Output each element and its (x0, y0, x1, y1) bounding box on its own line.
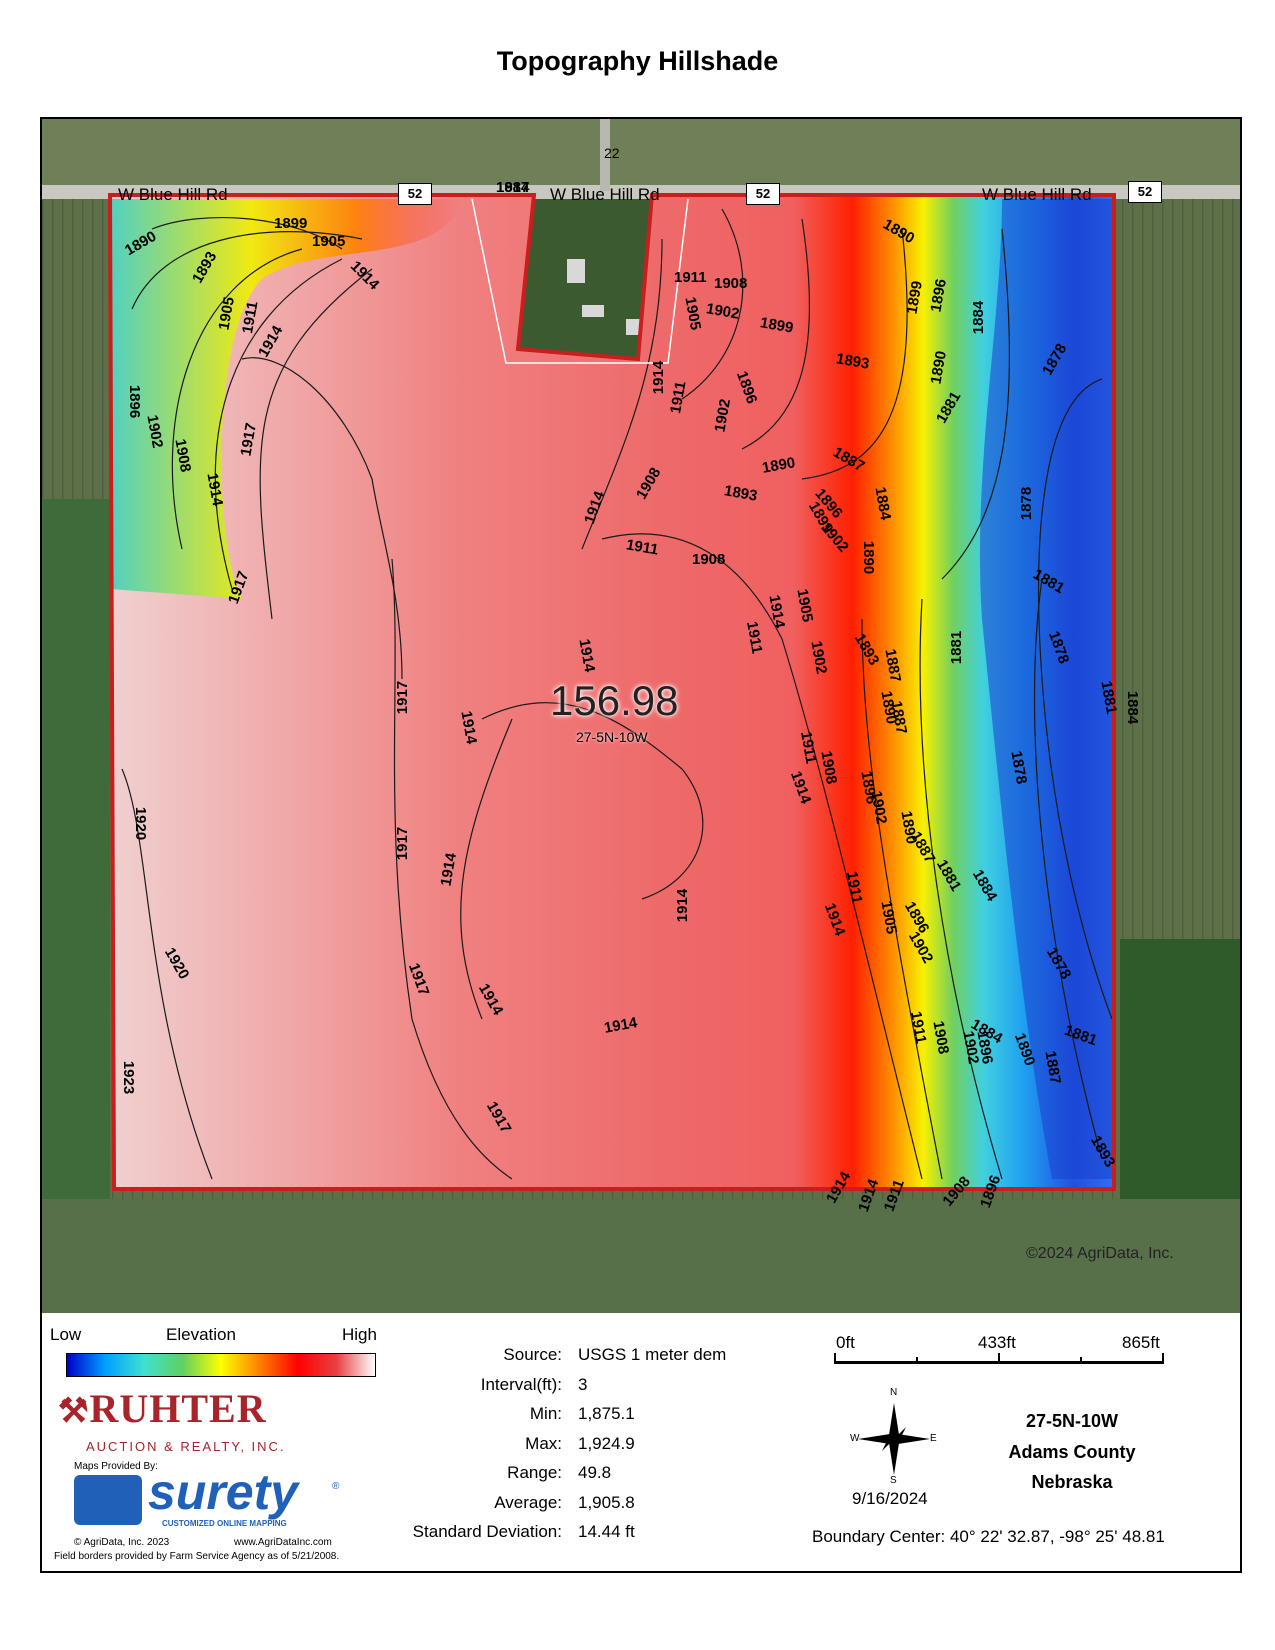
agridata-website: www.AgriDataInc.com (234, 1537, 332, 1548)
contour-label: 1884 (970, 300, 988, 335)
contour-label: 1914 (674, 888, 692, 923)
stat-label: Interval(ft): (480, 1374, 562, 1394)
field-acres: 156.98 (550, 677, 679, 724)
aerial-east-field (1120, 939, 1240, 1199)
scale-bar-tick (1080, 1357, 1082, 1364)
compass-e: E (930, 1433, 937, 1444)
contour-label: 1908 (714, 275, 748, 292)
location-section: 27-5N-10W (1025, 1411, 1119, 1431)
stat-label: Standard Deviation: (412, 1522, 562, 1541)
ruhter-logo-text: RUHTER (89, 1386, 267, 1431)
compass-n: N (890, 1387, 898, 1398)
contour-label: 1908 (692, 551, 726, 568)
location-state: Nebraska (1031, 1472, 1113, 1492)
road-shield: 52 (1128, 181, 1162, 203)
compass-w: W (850, 1433, 860, 1444)
map-copyright: ©2024 AgriData, Inc. (1026, 1245, 1174, 1262)
location-county: Adams County (1008, 1442, 1136, 1462)
boundary-center: Boundary Center: 40° 22' 32.87, -98° 25'… (812, 1527, 1165, 1546)
north-road-number: 22 (604, 145, 620, 161)
building (567, 259, 585, 283)
stat-value: 14.44 ft (578, 1522, 635, 1541)
road-shield: 52 (398, 183, 432, 205)
compass-s: S (890, 1475, 897, 1486)
stat-label: Average: (494, 1492, 562, 1512)
surety-registered: ® (332, 1481, 340, 1492)
building (582, 305, 604, 317)
scale-bar-tick (834, 1353, 836, 1364)
maps-provided-label: Maps Provided By: (74, 1461, 158, 1472)
road-label: W Blue Hill Rd (982, 185, 1092, 204)
scale-tick-865: 865ft (1122, 1333, 1160, 1352)
ruhter-subtitle: AUCTION & REALTY, INC. (86, 1439, 286, 1454)
stat-value: 3 (578, 1374, 588, 1394)
surety-subtitle: CUSTOMIZED ONLINE MAPPING (162, 1519, 287, 1528)
contour-label: 1923 (120, 1060, 138, 1095)
compass-rose-icon (858, 1403, 930, 1475)
stat-value: 1,924.9 (578, 1433, 635, 1453)
contour-label: 1881 (948, 630, 966, 665)
ramp-low-label: Low (50, 1325, 82, 1344)
globe-icon (74, 1475, 142, 1525)
contour-label: 1899 (274, 215, 308, 232)
contour-label: 1905 (312, 233, 346, 250)
legend-panel: Low Elevation High ⚒RUHTER AUCTION & REA… (40, 1313, 1242, 1573)
field-section-label: 27-5N-10W (576, 729, 648, 745)
contour-label: 1917 (394, 826, 412, 861)
scale-bar-tick (998, 1353, 1000, 1364)
road-label: W Blue Hill Rd (550, 185, 660, 204)
contour-label: 1884 (496, 179, 530, 196)
contour-label: 1920 (132, 806, 150, 841)
stat-value: 49.8 (578, 1463, 612, 1482)
contour-label: 1878 (1018, 486, 1036, 521)
ramp-high-label: High (342, 1325, 377, 1344)
contour-label: 1890 (860, 540, 878, 575)
stat-label: Min: (529, 1404, 562, 1423)
scale-bar-tick (1162, 1353, 1164, 1364)
ruhter-logo: ⚒RUHTER (58, 1385, 267, 1432)
scale-bar-tick (916, 1357, 918, 1364)
elevation-color-ramp (66, 1353, 376, 1377)
scale-tick-0: 0ft (836, 1333, 855, 1352)
map-panel[interactable]: W Blue Hill Rd W Blue Hill Rd W Blue Hil… (40, 117, 1242, 1317)
stat-label: Range: (507, 1463, 562, 1482)
contour-label: 1884 (1124, 690, 1142, 725)
contour-label: 1911 (674, 269, 707, 286)
stat-value: 1,905.8 (578, 1492, 635, 1512)
stat-label: Max: (525, 1433, 562, 1453)
road-label: W Blue Hill Rd (118, 185, 228, 204)
road-shield: 52 (746, 183, 780, 205)
contour-label: 1917 (394, 680, 412, 715)
map-date: 9/16/2024 (852, 1489, 928, 1508)
stat-label: Source: (503, 1345, 562, 1364)
ramp-elevation-label: Elevation (166, 1325, 236, 1344)
aerial-north-field (42, 119, 1240, 189)
page-title: Topography Hillshade (496, 46, 779, 76)
field-borders-note: Field borders provided by Farm Service A… (54, 1551, 340, 1562)
scale-tick-433: 433ft (978, 1333, 1016, 1352)
stat-value: 1,875.1 (578, 1404, 635, 1423)
gavel-icon: ⚒ (58, 1393, 90, 1430)
agridata-copyright: © AgriData, Inc. 2023 (74, 1537, 170, 1548)
surety-logo: surety (148, 1464, 299, 1520)
stat-value: USGS 1 meter dem (578, 1345, 727, 1364)
contour-label: 1914 (650, 360, 668, 395)
aerial-west-field (42, 499, 110, 1199)
contour-label: 1896 (126, 384, 144, 419)
